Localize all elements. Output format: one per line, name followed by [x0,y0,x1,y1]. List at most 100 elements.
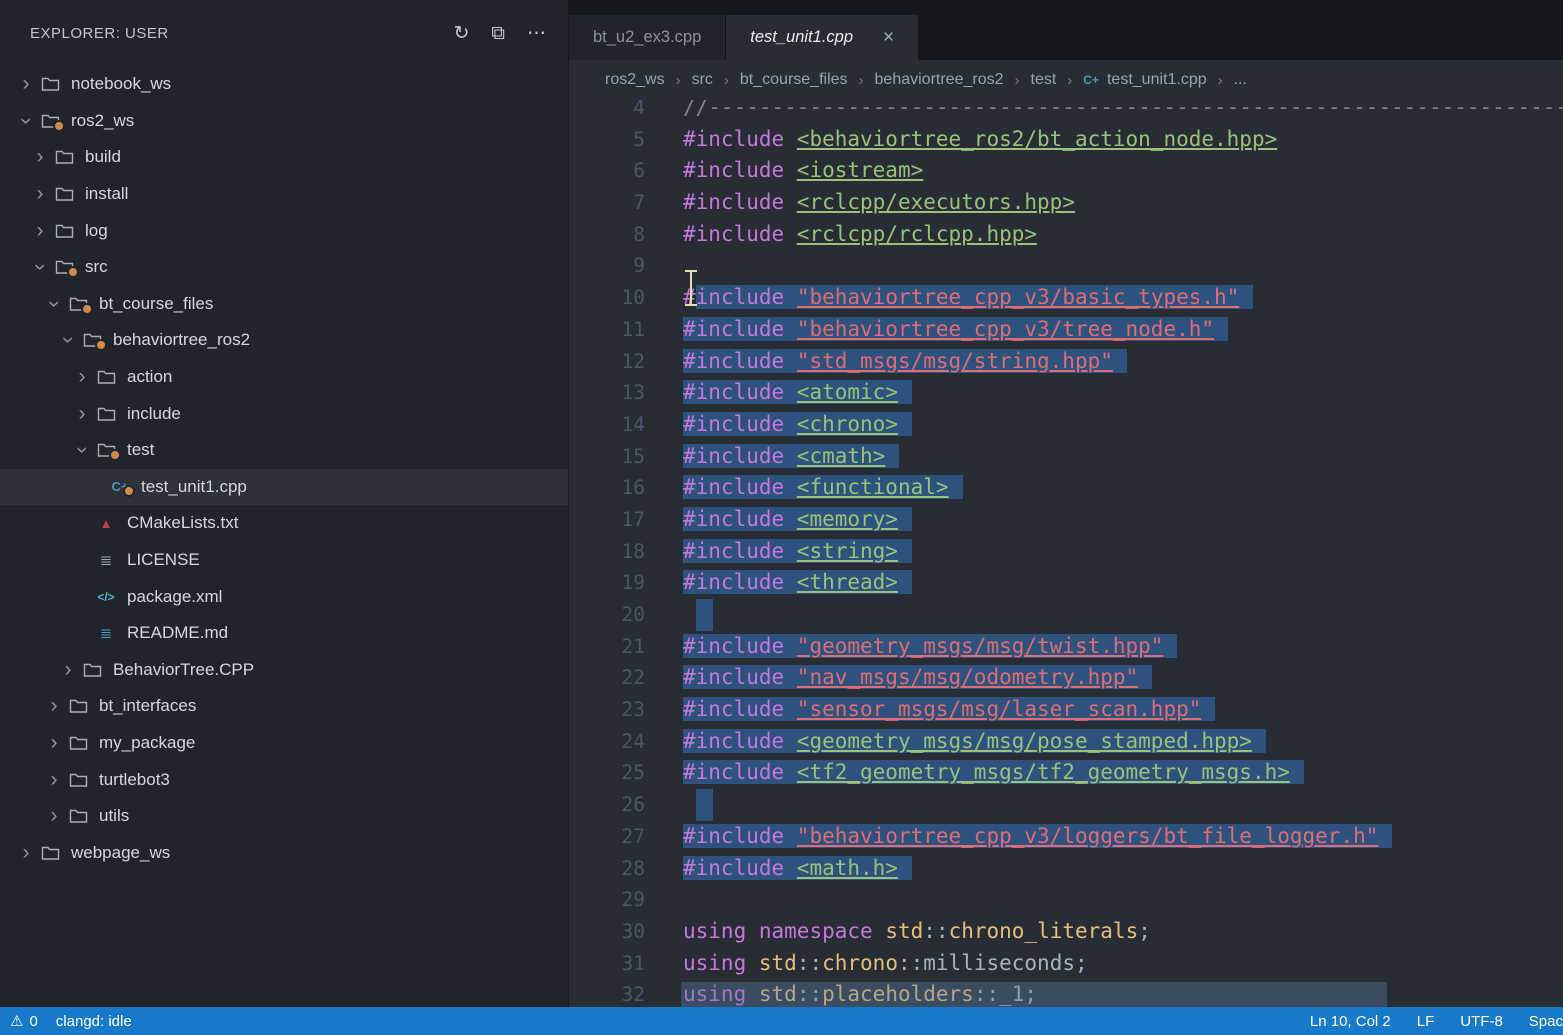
code-line-5[interactable]: 5#include <behaviortree_ros2/bt_action_n… [569,124,1563,156]
tree-item-webpage_ws[interactable]: ›webpage_ws [0,834,568,871]
breadcrumb-item-test_unit1.cpp[interactable]: test_unit1.cpp [1107,71,1207,89]
refresh-explorer-icon[interactable]: ↻ [454,24,470,43]
tree-item-package.xml[interactable]: </>package.xml [0,578,568,615]
tree-item-test[interactable]: ›test [0,432,568,469]
tree-item-test_unit1.cpp[interactable]: C+test_unit1.cpp [0,469,568,506]
code-line-28[interactable]: 28#include <math.h> [569,853,1563,885]
code-line-19[interactable]: 19#include <thread> [569,567,1563,599]
problems-indicator[interactable]: ⚠ 0 [10,1012,38,1030]
chevron-right-icon[interactable]: › [28,145,52,169]
code-line-18[interactable]: 18#include <string> [569,536,1563,568]
code-line-7[interactable]: 7#include <rclcpp/executors.hpp> [569,187,1563,219]
code-line-4[interactable]: 4//-------------------------------------… [569,100,1563,124]
tree-item-log[interactable]: ›log [0,212,568,249]
breadcrumb-item-bt_course_files[interactable]: bt_course_files [740,71,848,89]
chevron-right-icon[interactable]: › [14,72,38,96]
tree-item-ros2_ws[interactable]: ›ros2_ws [0,103,568,140]
eol-indicator[interactable]: LF [1417,1013,1435,1030]
code-line-12[interactable]: 12#include "std_msgs/msg/string.hpp" [569,346,1563,378]
folder-icon [94,406,118,422]
code-line-17[interactable]: 17#include <memory> [569,504,1563,536]
code-line-27[interactable]: 27#include "behaviortree_cpp_v3/loggers/… [569,821,1563,853]
token: <chrono> [797,412,898,436]
chevron-right-icon[interactable]: › [28,182,52,206]
tree-item-CMakeLists.txt[interactable]: ▲CMakeLists.txt [0,505,568,542]
code-line-6[interactable]: 6#include <iostream> [569,155,1563,187]
chevron-down-icon[interactable]: › [56,328,80,352]
code-line-24[interactable]: 24#include <geometry_msgs/msg/pose_stamp… [569,726,1563,758]
code-line-29[interactable]: 29 [569,884,1563,916]
code-line-10[interactable]: 10#include "behaviortree_cpp_v3/basic_ty… [569,282,1563,314]
breadcrumb-item-ros2_ws[interactable]: ros2_ws [605,71,665,89]
encoding-indicator[interactable]: UTF-8 [1460,1013,1503,1030]
code-line-15[interactable]: 15#include <cmath> [569,441,1563,473]
code-line-21[interactable]: 21#include "geometry_msgs/msg/twist.hpp" [569,631,1563,663]
tree-item-notebook_ws[interactable]: ›notebook_ws [0,66,568,103]
line-content: #include <cmath> [683,441,899,473]
tree-item-src[interactable]: ›src [0,249,568,286]
tab-test_unit1.cpp[interactable]: test_unit1.cpp× [726,15,918,60]
collapse-folders-icon[interactable]: ⧉ [491,24,505,43]
close-icon[interactable]: × [883,27,894,49]
chevron-right-icon[interactable]: › [70,365,94,389]
code-line-25[interactable]: 25#include <tf2_geometry_msgs/tf2_geomet… [569,757,1563,789]
breadcrumb-item-test[interactable]: test [1031,71,1057,89]
tree-item-include[interactable]: ›include [0,395,568,432]
chevron-down-icon[interactable]: › [14,109,38,133]
tree-item-utils[interactable]: › utils [0,798,568,835]
tab-bt_u2_ex3.cpp[interactable]: bt_u2_ex3.cpp [569,15,726,60]
chevron-right-icon[interactable]: › [42,694,66,718]
code-line-16[interactable]: 16#include <functional> [569,472,1563,504]
token: "std_msgs/msg/string.hpp" [797,349,1113,373]
tree-item-my_package[interactable]: ›my_package [0,725,568,762]
chevron-separator-icon: › [1067,72,1072,89]
chevron-right-icon[interactable]: › [42,804,66,828]
tree-item-build[interactable]: ›build [0,139,568,176]
tree-item-README.md[interactable]: ≣README.md [0,615,568,652]
folder-icon [52,223,76,239]
chevron-right-icon[interactable]: › [56,658,80,682]
tree-item-bt_course_files[interactable]: ›bt_course_files [0,286,568,323]
chevron-separator-icon: › [859,72,864,89]
chevron-right-icon[interactable]: › [42,768,66,792]
chevron-right-icon[interactable]: › [28,219,52,243]
breadcrumb-item-behaviortree_ros2[interactable]: behaviortree_ros2 [875,71,1004,89]
breadcrumb-item-...[interactable]: ... [1234,71,1247,89]
horizontal-scrollbar[interactable] [681,982,1387,1007]
code-line-14[interactable]: 14#include <chrono> [569,409,1563,441]
code-line-31[interactable]: 31using std::chrono::milliseconds; [569,948,1563,980]
tree-item-bt_interfaces[interactable]: ›bt_interfaces [0,688,568,725]
chevron-right-icon[interactable]: › [70,402,94,426]
tree-item-BehaviorTree.CPP[interactable]: ›BehaviorTree.CPP [0,652,568,689]
tree-item-label: utils [99,806,129,826]
code-line-30[interactable]: 30using namespace std::chrono_literals; [569,916,1563,948]
tree-item-action[interactable]: ›action [0,359,568,396]
code-editor[interactable]: 4//-------------------------------------… [569,100,1563,1007]
tree-item-install[interactable]: ›install [0,176,568,213]
chevron-down-icon[interactable]: › [70,438,94,462]
code-line-20[interactable]: 20 [569,599,1563,631]
chevron-right-icon[interactable]: › [14,841,38,865]
chevron-right-icon[interactable]: › [42,731,66,755]
indentation-indicator[interactable]: Spac [1529,1013,1563,1030]
code-line-11[interactable]: 11#include "behaviortree_cpp_v3/tree_nod… [569,314,1563,346]
selection-highlight: #include <geometry_msgs/msg/pose_stamped… [683,729,1266,753]
code-line-8[interactable]: 8#include <rclcpp/rclcpp.hpp> [569,219,1563,251]
chevron-down-icon[interactable]: › [42,292,66,316]
tree-item-turtlebot3[interactable]: ›turtlebot3 [0,761,568,798]
tree-item-behaviortree_ros2[interactable]: ›behaviortree_ros2 [0,322,568,359]
cursor-position[interactable]: Ln 10, Col 2 [1310,1013,1391,1030]
code-line-22[interactable]: 22#include "nav_msgs/msg/odometry.hpp" [569,662,1563,694]
more-actions-icon[interactable]: ⋯ [527,24,546,43]
token: #include [683,412,797,436]
code-line-23[interactable]: 23#include "sensor_msgs/msg/laser_scan.h… [569,694,1563,726]
token: #include [683,475,797,499]
code-line-13[interactable]: 13#include <atomic> [569,377,1563,409]
tree-item-LICENSE[interactable]: ≣LICENSE [0,542,568,579]
code-line-9[interactable]: 9 [569,250,1563,282]
line-content: #include <behaviortree_ros2/bt_action_no… [683,124,1277,156]
language-server-status[interactable]: clangd: idle [56,1013,132,1030]
chevron-down-icon[interactable]: › [28,255,52,279]
breadcrumb-item-src[interactable]: src [692,71,713,89]
code-line-26[interactable]: 26 [569,789,1563,821]
